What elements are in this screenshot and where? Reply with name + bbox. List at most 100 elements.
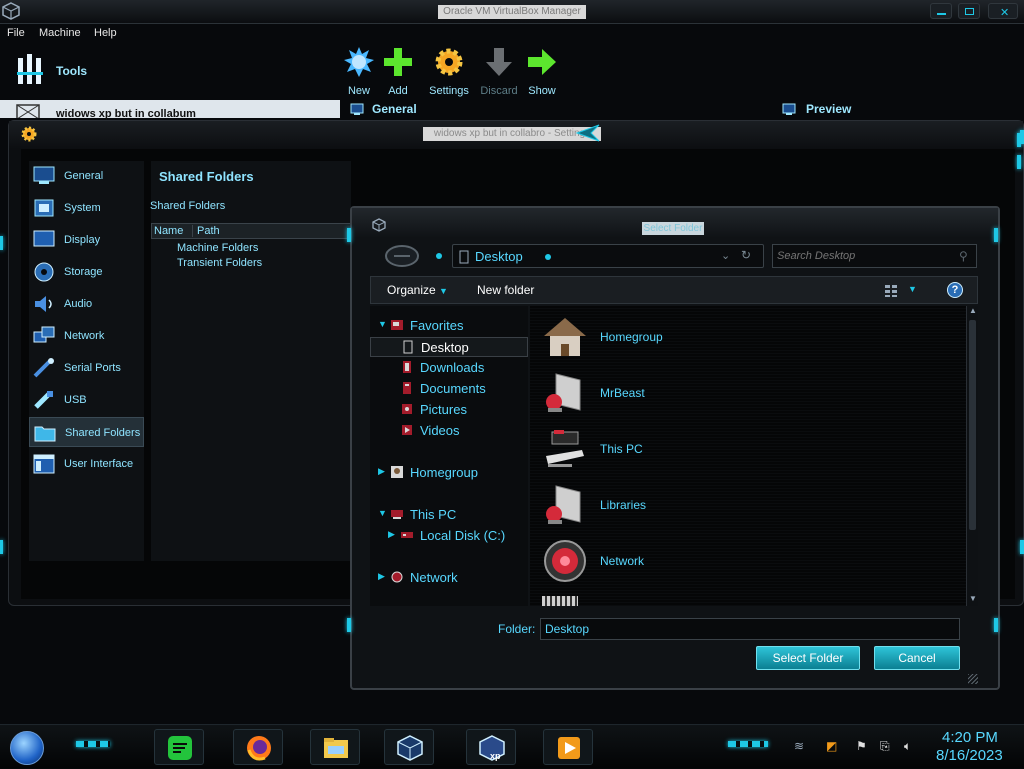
- nav-item-shared-folders[interactable]: Shared Folders: [29, 417, 144, 447]
- tree-label: Pictures: [420, 402, 467, 417]
- tools-item[interactable]: Tools: [16, 52, 116, 88]
- expand-icon[interactable]: ▼: [378, 508, 387, 518]
- file-item-libraries[interactable]: Libraries: [542, 482, 842, 532]
- preview-section-icon: [782, 103, 796, 115]
- cancel-button[interactable]: Cancel: [874, 646, 960, 670]
- volume-icon[interactable]: 🔈︎: [904, 739, 911, 754]
- address-bar[interactable]: Desktop ⌄ ↻: [452, 244, 764, 268]
- clock-date[interactable]: 8/16/2023: [936, 747, 1003, 764]
- collapse-icon[interactable]: ▶: [378, 571, 385, 582]
- minimize-button[interactable]: [930, 3, 952, 19]
- expand-icon[interactable]: ▼: [378, 319, 387, 329]
- organize-button[interactable]: Organize ▼: [387, 283, 448, 297]
- nav-item-audio[interactable]: Audio: [29, 289, 144, 319]
- scroll-up-icon[interactable]: ▲: [969, 306, 977, 315]
- collapse-icon[interactable]: ▶: [378, 466, 385, 477]
- command-bar: Organize ▼ New folder ▼ ?: [370, 276, 978, 304]
- view-options-icon[interactable]: [885, 285, 897, 297]
- taskbar-app-spotify[interactable]: [154, 729, 204, 765]
- address-value: Desktop: [475, 249, 523, 264]
- neon-accent: [347, 228, 351, 242]
- nav-item-serial-ports[interactable]: Serial Ports: [29, 353, 144, 383]
- taskbar-app-file-explorer[interactable]: [310, 729, 360, 765]
- start-button[interactable]: [10, 731, 44, 765]
- file-item-mrbeast[interactable]: MrBeast: [542, 370, 842, 420]
- manager-title-bar[interactable]: Oracle VM VirtualBox Manager ✕: [0, 0, 1024, 24]
- file-item-this-pc[interactable]: This PC: [542, 426, 842, 476]
- column-name[interactable]: Name: [154, 225, 183, 237]
- new-folder-button[interactable]: New folder: [477, 283, 534, 297]
- machine-folders-row[interactable]: Machine Folders: [177, 242, 258, 254]
- virtualbox-icon: [397, 735, 423, 761]
- scrollbar-thumb[interactable]: [969, 320, 976, 530]
- tree-item-pictures[interactable]: Pictures: [370, 400, 528, 420]
- nav-label: Shared Folders: [65, 427, 141, 439]
- tray-app-icon[interactable]: ◩: [826, 739, 837, 753]
- shared-folders-icon: [34, 426, 56, 442]
- nav-item-user-interface[interactable]: User Interface: [29, 449, 144, 479]
- taskbar-app-media-player[interactable]: [543, 729, 593, 765]
- nav-item-display[interactable]: Display: [29, 225, 144, 255]
- general-section-title: General: [372, 102, 417, 116]
- dialog-title-bar[interactable]: Select Folder: [352, 208, 998, 238]
- tray-overflow-icon[interactable]: ≋: [794, 739, 804, 753]
- tree-item-downloads[interactable]: Downloads: [370, 358, 528, 378]
- nav-item-general[interactable]: General: [29, 161, 144, 191]
- file-item-network[interactable]: Network: [542, 538, 842, 588]
- search-input[interactable]: [777, 248, 947, 264]
- select-folder-button[interactable]: Select Folder: [756, 646, 860, 670]
- nav-item-network[interactable]: Network: [29, 321, 144, 351]
- vertical-scrollbar[interactable]: ▲ ▼: [966, 306, 978, 606]
- taskbar-app-virtualbox-xp[interactable]: xp: [466, 729, 516, 765]
- menu-file[interactable]: File: [7, 27, 25, 39]
- refresh-icon[interactable]: ↻: [741, 248, 751, 262]
- settings-title-bar[interactable]: widows xp but in collabro - Settings: [9, 121, 1023, 149]
- tree-item-local-disk[interactable]: ▶ Local Disk (C:): [370, 526, 528, 546]
- nav-item-usb[interactable]: USB: [29, 385, 144, 415]
- menu-bar: File Machine Help: [0, 24, 1024, 44]
- transient-folders-row[interactable]: Transient Folders: [177, 257, 262, 269]
- file-label: Libraries: [600, 498, 647, 512]
- show-button[interactable]: Show: [517, 46, 567, 97]
- taskbar-app-virtualbox[interactable]: [384, 729, 434, 765]
- address-dot-icon: [545, 254, 551, 260]
- folder-input[interactable]: [540, 618, 960, 640]
- user-folder-icon: [546, 373, 581, 412]
- flag-icon[interactable]: ⚑: [856, 739, 867, 753]
- resize-grip-icon[interactable]: [968, 674, 978, 684]
- tree-item-network[interactable]: ▶ Network: [370, 568, 528, 588]
- desktop-icon: [403, 340, 413, 354]
- collapse-icon[interactable]: ▶: [388, 529, 395, 540]
- menu-help[interactable]: Help: [94, 27, 117, 39]
- tree-item-desktop[interactable]: Desktop: [370, 337, 528, 357]
- column-path[interactable]: Path: [192, 225, 220, 237]
- preview-section-title: Preview: [806, 102, 852, 116]
- clock-time[interactable]: 4:20 PM: [942, 729, 998, 746]
- cursor-icon: [575, 124, 600, 142]
- search-icon[interactable]: ⚲: [959, 249, 968, 263]
- taskbar-app-firefox[interactable]: [233, 729, 283, 765]
- vm-list-item[interactable]: widows xp but in collabum: [0, 100, 340, 120]
- chevron-down-icon[interactable]: ⌄: [721, 249, 730, 262]
- select-folder-dialog: Select Folder Desktop ⌄ ↻ ⚲ Organize ▼ N…: [347, 206, 1000, 690]
- tree-item-documents[interactable]: Documents: [370, 379, 528, 399]
- close-button[interactable]: ✕: [988, 3, 1018, 19]
- view-dropdown-icon[interactable]: ▼: [908, 284, 917, 294]
- help-icon[interactable]: ?: [947, 282, 963, 298]
- tree-item-homegroup[interactable]: ▶ Homegroup: [370, 463, 528, 483]
- nav-item-storage[interactable]: Storage: [29, 257, 144, 287]
- menu-machine[interactable]: Machine: [39, 27, 81, 39]
- tree-item-videos[interactable]: Videos: [370, 421, 528, 441]
- file-item-homegroup[interactable]: Homegroup: [542, 314, 842, 364]
- tree-item-this-pc[interactable]: ▼ This PC: [370, 505, 528, 525]
- settings-button[interactable]: Settings: [424, 46, 474, 97]
- nav-item-system[interactable]: System: [29, 193, 144, 223]
- search-box[interactable]: ⚲: [772, 244, 977, 268]
- tree-item-favorites[interactable]: ▼ Favorites: [370, 316, 528, 336]
- back-forward-icon[interactable]: [384, 244, 420, 268]
- maximize-button[interactable]: [958, 3, 980, 19]
- network-tray-icon[interactable]: ⎘: [880, 739, 890, 754]
- add-button[interactable]: Add: [373, 46, 423, 97]
- scroll-down-icon[interactable]: ▼: [969, 594, 977, 603]
- neon-accent: [76, 741, 110, 747]
